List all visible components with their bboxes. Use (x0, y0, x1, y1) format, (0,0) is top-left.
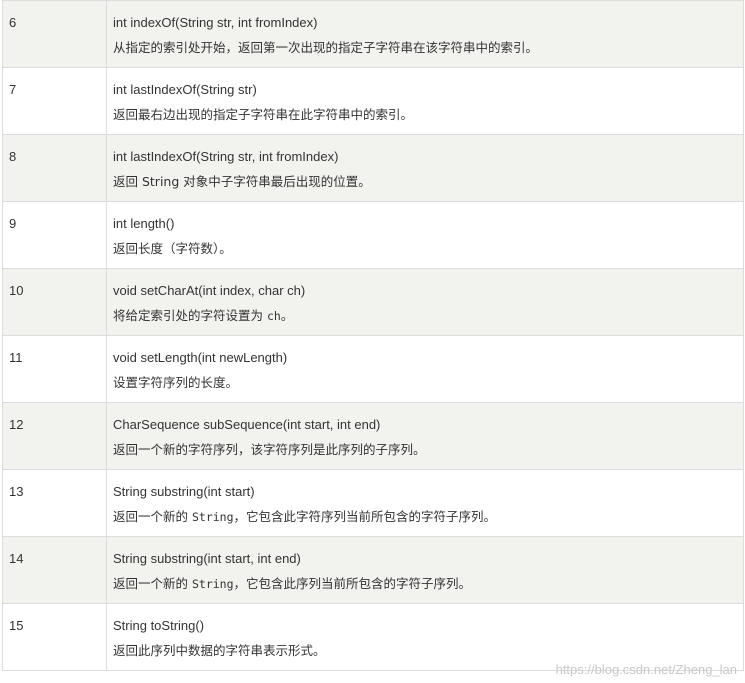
method-table: 6 int indexOf(String str, int fromIndex) 从… (2, 0, 744, 671)
description-text: 从指定的索引处开始，返回第一次出现的指定子字符串在该字符串中的索引。 (113, 40, 539, 55)
description-text-suffix: ，它包含此序列当前所包含的字符子序列。 (233, 576, 472, 591)
method-cell: String substring(int start, int end) 返回一个… (106, 536, 744, 604)
row-number-cell: 13 (2, 469, 107, 537)
table-row: 6 int indexOf(String str, int fromIndex) 从… (2, 0, 744, 68)
row-number: 14 (9, 551, 24, 566)
row-number-cell: 14 (2, 536, 107, 604)
row-number-cell: 7 (2, 67, 107, 135)
method-signature: void setCharAt(int index, char ch) (113, 283, 306, 298)
method-description: 返回一个新的 String，它包含此序列当前所包含的字符子序列。 (107, 567, 743, 592)
method-description: 返回长度（字符数）。 (107, 232, 743, 257)
method-cell: int indexOf(String str, int fromIndex) 从指… (106, 0, 744, 68)
description-text: 返回 String 对象中子字符串最后出现的位置。 (113, 174, 371, 189)
table-row: 10 void setCharAt(int index, char ch) 将给定索… (2, 268, 744, 336)
method-cell: void setCharAt(int index, char ch) 将给定索引处… (106, 268, 744, 336)
method-cell: void setLength(int newLength) 设置字符序列的长度。 (106, 335, 744, 403)
method-cell: int lastIndexOf(String str, int fromInde… (106, 134, 744, 202)
description-text: 返回长度（字符数）。 (113, 241, 232, 256)
row-number: 11 (9, 350, 23, 365)
description-code: String (191, 510, 234, 524)
table-row: 9 int length() 返回长度（字符数）。 (2, 201, 744, 269)
method-signature: void setLength(int newLength) (113, 350, 288, 365)
method-description: 从指定的索引处开始，返回第一次出现的指定子字符串在该字符串中的索引。 (107, 31, 743, 56)
watermark: https://blog.csdn.net/Zheng_lan (555, 662, 737, 677)
method-description: 返回一个新的字符序列，该字符序列是此序列的子序列。 (107, 433, 743, 458)
method-description: 返回此序列中数据的字符串表示形式。 (107, 634, 743, 659)
table-row: 14 String substring(int start, int end) 返回… (2, 536, 744, 604)
table-row: 11 void setLength(int newLength) 设置字符序列的长度… (2, 335, 744, 403)
row-number-cell: 9 (2, 201, 107, 269)
method-description: 将给定索引处的字符设置为 ch。 (107, 299, 743, 324)
method-signature: int lastIndexOf(String str) (113, 82, 257, 97)
description-text: 返回最右边出现的指定子字符串在此字符串中的索引。 (113, 107, 414, 122)
method-table-body: 6 int indexOf(String str, int fromIndex) 从… (2, 0, 744, 671)
table-row: 13 String substring(int start) 返回一个新的 Stri… (2, 469, 744, 537)
method-description: 返回一个新的 String，它包含此字符序列当前所包含的字符子序列。 (107, 500, 743, 525)
method-signature: String substring(int start, int end) (113, 551, 301, 566)
row-number-cell: 15 (2, 603, 107, 671)
row-number: 7 (9, 82, 17, 97)
row-number: 8 (9, 149, 17, 164)
row-number: 10 (9, 283, 24, 298)
method-table-container: 6 int indexOf(String str, int fromIndex) 从… (2, 0, 744, 671)
method-cell: String substring(int start) 返回一个新的 String… (106, 469, 744, 537)
method-cell: CharSequence subSequence(int start, int … (106, 402, 744, 470)
method-description: 返回最右边出现的指定子字符串在此字符串中的索引。 (107, 98, 743, 123)
description-text: 返回一个新的 (113, 576, 192, 591)
method-signature: int indexOf(String str, int fromIndex) (113, 15, 318, 30)
row-number: 12 (9, 417, 24, 432)
description-code: String (191, 577, 234, 591)
description-text: 返回此序列中数据的字符串表示形式。 (113, 643, 326, 658)
row-number-cell: 10 (2, 268, 107, 336)
method-cell: int lastIndexOf(String str) 返回最右边出现的指定子字符… (106, 67, 744, 135)
table-row: 12 CharSequence subSequence(int start, in… (2, 402, 744, 470)
description-text: 将给定索引处的字符设置为 (113, 308, 267, 323)
row-number: 9 (9, 216, 17, 231)
description-text: 返回一个新的字符序列，该字符序列是此序列的子序列。 (113, 442, 426, 457)
row-number: 6 (9, 15, 17, 30)
row-number-cell: 11 (2, 335, 107, 403)
table-row: 15 String toString() 返回此序列中数据的字符串表示形式。 (2, 603, 744, 671)
method-signature: int length() (113, 216, 175, 231)
row-number-cell: 6 (2, 0, 107, 68)
table-row: 8 int lastIndexOf(String str, int fromInd… (2, 134, 744, 202)
row-number-cell: 8 (2, 134, 107, 202)
row-number-cell: 12 (2, 402, 107, 470)
method-signature: int lastIndexOf(String str, int fromInde… (113, 149, 339, 164)
row-number: 13 (9, 484, 24, 499)
description-text: 返回一个新的 (113, 509, 192, 524)
description-code: ch (266, 309, 281, 323)
method-signature: String toString() (113, 618, 205, 633)
method-description: 返回 String 对象中子字符串最后出现的位置。 (107, 165, 743, 190)
description-text-suffix: ，它包含此字符序列当前所包含的字符子序列。 (233, 509, 497, 524)
method-description: 设置字符序列的长度。 (107, 366, 743, 391)
method-cell: int length() 返回长度（字符数）。 (106, 201, 744, 269)
description-text-suffix: 。 (280, 308, 294, 323)
method-signature: CharSequence subSequence(int start, int … (113, 417, 381, 432)
method-cell: String toString() 返回此序列中数据的字符串表示形式。 (106, 603, 744, 671)
method-signature: String substring(int start) (113, 484, 255, 499)
description-text: 设置字符序列的长度。 (113, 375, 239, 390)
row-number: 15 (9, 618, 24, 633)
table-row: 7 int lastIndexOf(String str) 返回最右边出现的指定子字… (2, 67, 744, 135)
